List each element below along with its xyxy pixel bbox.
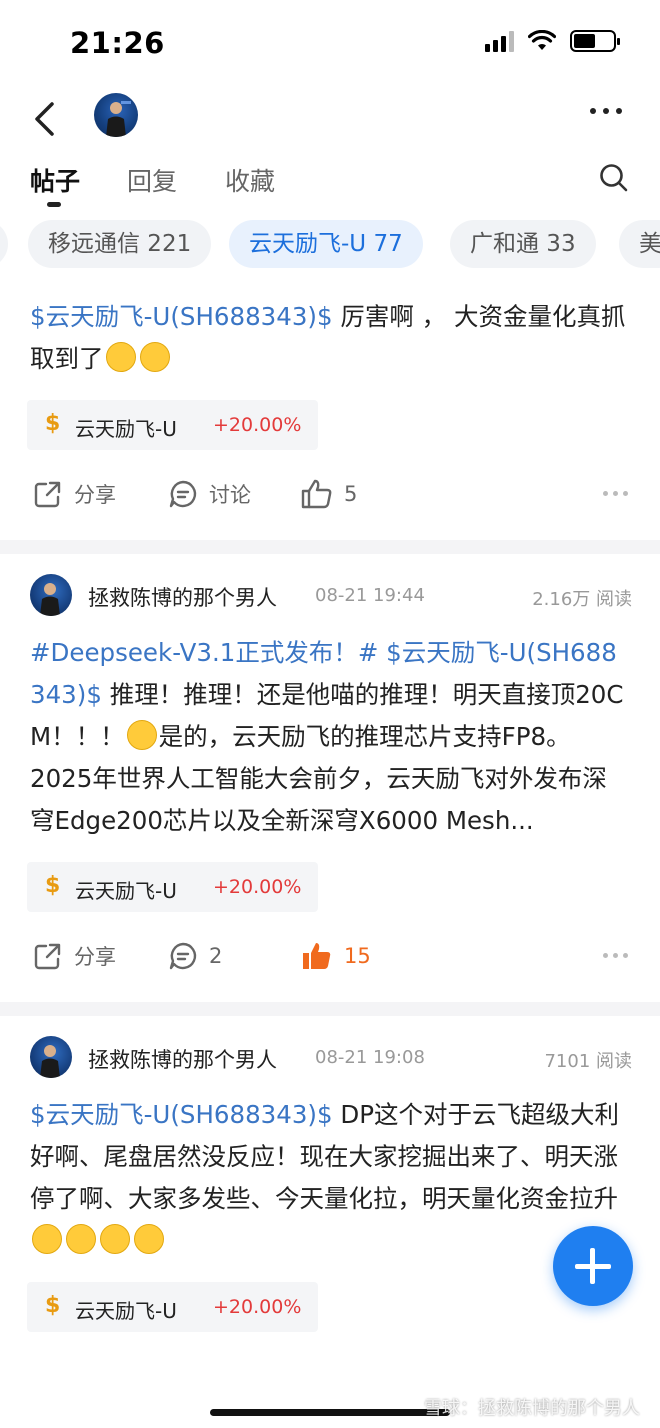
- signal-icon: [485, 30, 514, 52]
- post-actions: 分享 讨论 5: [0, 450, 660, 540]
- stock-filter-chips: 移远通信 221 云天励飞-U 77 广和通 33 美: [0, 218, 660, 288]
- grinning-squint-emoji-icon: [105, 342, 136, 372]
- more-options-button[interactable]: [590, 108, 622, 114]
- read-count: 2.16万 阅读: [532, 589, 632, 610]
- post-header: 拯救陈博的那个男人 08-21 19:08 7101 阅读: [0, 1016, 660, 1088]
- tab-favorites[interactable]: 收藏: [225, 162, 275, 198]
- flushed-face-emoji-icon: [32, 1224, 62, 1254]
- avatar-image-icon: [40, 1045, 60, 1078]
- divider: [0, 1002, 660, 1016]
- wifi-icon: [528, 30, 556, 50]
- tabs: 帖子 回复 收藏: [0, 150, 660, 218]
- post-body[interactable]: $云天励飞-U(SH688343)$ DP这个对于云飞超级大利好啊、尾盘居然没反…: [0, 1088, 660, 1262]
- share-label: 分享: [74, 945, 116, 969]
- tab-replies[interactable]: 回复: [127, 162, 177, 198]
- thumbs-up-filled-icon: [303, 943, 331, 969]
- stock-tag-change: +20.00%: [213, 876, 302, 898]
- stock-tag[interactable]: $ 云天励飞-U +20.00%: [27, 862, 318, 912]
- like-button[interactable]: 5: [300, 478, 357, 510]
- post-text: 2025年世界人工智能大会前夕，云天励飞对外发布深穹Edge200芯片以及全新深…: [30, 764, 607, 835]
- divider: [0, 540, 660, 554]
- avatar-image-icon: [106, 101, 131, 137]
- stock-tag-change: +20.00%: [213, 414, 302, 436]
- post[interactable]: 拯救陈博的那个男人 08-21 19:44 2.16万 阅读 #Deepseek…: [0, 554, 660, 1002]
- discuss-button[interactable]: 讨论: [167, 478, 251, 510]
- comment-icon: [169, 480, 197, 508]
- status-icons: [485, 30, 620, 52]
- stock-tag[interactable]: $ 云天励飞-U +20.00%: [27, 1282, 318, 1332]
- author-name[interactable]: 拯救陈博的那个男人: [88, 582, 277, 612]
- chip-stock-active[interactable]: 云天励飞-U 77: [229, 220, 423, 268]
- home-indicator: [210, 1409, 450, 1416]
- dollar-icon: $: [45, 873, 61, 898]
- avatar[interactable]: [94, 93, 138, 137]
- chip-partial-left[interactable]: [0, 220, 8, 268]
- discuss-label: 讨论: [209, 483, 251, 507]
- post-body[interactable]: $云天励飞-U(SH688343)$ 厉害啊 ， 大资金量化真抓取到了: [0, 288, 660, 380]
- dollar-icon: $: [45, 1293, 61, 1318]
- post-body[interactable]: #Deepseek-V3.1正式发布！# $云天励飞-U(SH688343)$ …: [0, 626, 660, 842]
- post-more-button[interactable]: [603, 491, 628, 496]
- chip-stock[interactable]: 美: [619, 220, 660, 268]
- back-button[interactable]: [24, 96, 64, 142]
- like-count: 5: [344, 482, 358, 506]
- avatar[interactable]: [30, 574, 72, 616]
- battery-icon: [570, 30, 620, 52]
- chip-stock[interactable]: 移远通信 221: [28, 220, 212, 268]
- share-label: 分享: [74, 483, 116, 507]
- tab-posts[interactable]: 帖子: [30, 162, 80, 198]
- tab-indicator: [47, 202, 61, 207]
- post[interactable]: $云天励飞-U(SH688343)$ 厉害啊 ， 大资金量化真抓取到了 $ 云天…: [0, 288, 660, 540]
- comment-count: 2: [209, 944, 223, 968]
- share-icon: [34, 481, 61, 508]
- post-actions: 分享 2 15: [0, 912, 660, 1002]
- read-count: 7101 阅读: [544, 1051, 632, 1072]
- share-button[interactable]: 分享: [32, 940, 116, 972]
- like-count: 15: [344, 944, 371, 968]
- chevron-left-icon: [35, 102, 54, 136]
- stock-link[interactable]: $云天励飞-U(SH688343)$: [30, 1100, 333, 1129]
- flushed-face-emoji-icon: [66, 1224, 96, 1254]
- post-time: 08-21 19:08: [315, 1047, 425, 1068]
- new-post-button[interactable]: [553, 1226, 633, 1306]
- share-button[interactable]: 分享: [32, 478, 116, 510]
- watermark: 雪球：拯救陈博的那个男人: [424, 1398, 640, 1419]
- like-button[interactable]: 15: [300, 940, 371, 972]
- top-nav: [0, 88, 660, 150]
- flushed-face-emoji-icon: [100, 1224, 130, 1254]
- thinking-face-emoji-icon: [126, 720, 157, 750]
- dollar-icon: $: [45, 411, 61, 436]
- post-more-button[interactable]: [603, 953, 628, 958]
- stock-link[interactable]: $云天励飞-U(SH688343)$: [30, 302, 333, 331]
- comment-icon: [169, 942, 197, 970]
- post-text: 是的，云天励飞的推理芯片支持FP8。: [158, 722, 571, 751]
- chip-stock[interactable]: 广和通 33: [450, 220, 596, 268]
- avatar-image-icon: [40, 583, 60, 616]
- stock-tag[interactable]: $ 云天励飞-U +20.00%: [27, 400, 318, 450]
- grinning-squint-emoji-icon: [139, 342, 170, 372]
- search-icon[interactable]: [598, 162, 630, 194]
- author-name[interactable]: 拯救陈博的那个男人: [88, 1044, 277, 1074]
- flushed-face-emoji-icon: [134, 1224, 164, 1254]
- avatar[interactable]: [30, 1036, 72, 1078]
- post-header: 拯救陈博的那个男人 08-21 19:44 2.16万 阅读: [0, 554, 660, 626]
- stock-tag-name: 云天励飞-U: [75, 1299, 177, 1323]
- stock-tag-change: +20.00%: [213, 1296, 302, 1318]
- stock-tag-name: 云天励飞-U: [75, 879, 177, 903]
- status-time: 21:26: [70, 26, 165, 60]
- share-icon: [34, 943, 61, 970]
- comment-button[interactable]: 2: [167, 940, 222, 972]
- post-time: 08-21 19:44: [315, 585, 425, 606]
- status-bar: 21:26: [0, 0, 660, 88]
- thumbs-up-icon: [301, 479, 332, 509]
- stock-tag-name: 云天励飞-U: [75, 417, 177, 441]
- topic-link[interactable]: #Deepseek-V3.1正式发布！#: [30, 638, 378, 667]
